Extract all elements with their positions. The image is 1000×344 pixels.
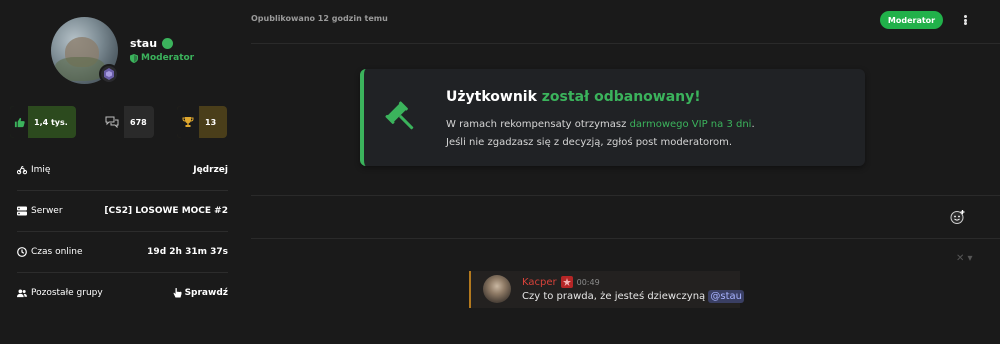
comments-icon <box>100 106 124 138</box>
trophy-icon <box>177 106 199 138</box>
info-label: Czas online <box>31 247 83 257</box>
thumbs-up-icon <box>10 106 28 138</box>
unban-title: Użytkownik został odbanowany! <box>446 89 701 105</box>
divider <box>251 238 1000 239</box>
unban-title-subject: Użytkownik <box>446 89 537 105</box>
trophies-stat[interactable]: 13 <box>177 106 227 138</box>
trophies-count: 13 <box>205 117 217 127</box>
compensation-period: . <box>751 119 755 130</box>
pointer-hand-icon <box>173 288 182 298</box>
compensation-text: W ramach rekompensaty otrzymasz <box>446 119 627 130</box>
reply-message: Czy to prawda, że jesteś dziewczyną @sta… <box>522 290 744 303</box>
unban-notice-card: Użytkownik został odbanowany! W ramach r… <box>360 69 865 166</box>
add-reaction-button[interactable] <box>948 207 968 227</box>
reply-time: 00:49 <box>576 277 600 287</box>
more-options-icon[interactable] <box>960 12 970 28</box>
server-icon <box>17 206 27 216</box>
role-label: Moderator <box>141 53 195 63</box>
unban-compensation-line: W ramach rekompensaty otrzymasz darmoweg… <box>446 119 755 130</box>
username-text[interactable]: stau <box>130 37 157 50</box>
users-icon <box>17 289 27 298</box>
reply-author: Kacper 00:49 <box>522 276 600 288</box>
profile-sidebar: stau Moderator 1,4 tys. 678 13 Imię Jędr… <box>0 0 245 344</box>
info-row-server: Serwer [CS2] LOSOWE MOCE #2 <box>17 191 228 231</box>
info-value: Jędrzej <box>193 165 228 175</box>
divider <box>251 195 1000 196</box>
motorcycle-icon <box>17 166 27 175</box>
username[interactable]: stau <box>130 37 174 50</box>
reply-comment: Kacper 00:49 Czy to prawda, że jesteś dz… <box>469 271 744 308</box>
info-label: Pozostałe grupy <box>31 288 103 298</box>
comments-count: 678 <box>130 117 147 127</box>
vip-offer-text: darmowego VIP na 3 dni <box>629 119 752 130</box>
gavel-icon <box>385 101 414 130</box>
post-main: Opublikowano 12 godzin temu Moderator Uż… <box>251 0 1000 344</box>
shield-icon <box>130 53 138 63</box>
info-row-online-time: Czas online 19d 2h 31m 37s <box>17 232 228 272</box>
divider <box>251 43 1000 44</box>
reply-message-text: Czy to prawda, że jesteś dziewczyną <box>522 291 706 302</box>
info-row-groups: Pozostałe grupy Sprawdź <box>17 273 228 313</box>
avatar[interactable] <box>483 275 511 303</box>
emoji-reaction-icon <box>950 210 965 224</box>
info-label: Serwer <box>31 206 63 216</box>
user-role: Moderator <box>130 53 194 63</box>
likes-stat[interactable]: 1,4 tys. <box>10 106 76 138</box>
comments-stat[interactable]: 678 <box>100 106 154 138</box>
rank-icon <box>560 276 573 288</box>
post-published-time: Opublikowano 12 godzin temu <box>251 14 388 23</box>
author-name[interactable]: Kacper <box>522 277 557 288</box>
info-value: [CS2] LOSOWE MOCE #2 <box>104 206 228 216</box>
close-icon[interactable]: ✕ ▾ <box>956 253 973 264</box>
info-value: 19d 2h 31m 37s <box>147 247 228 257</box>
check-groups-link[interactable]: Sprawdź <box>173 288 228 298</box>
info-row-name: Imię Jędrzej <box>17 150 228 190</box>
likes-count: 1,4 tys. <box>34 117 68 127</box>
clock-icon <box>17 247 27 257</box>
info-label: Imię <box>31 165 51 175</box>
unban-report-line: Jeśli nie zgadzasz się z decyzją, zgłoś … <box>446 137 733 148</box>
rank-badge-icon <box>99 64 119 84</box>
user-mention[interactable]: @stau <box>708 290 744 303</box>
unban-title-action: został odbanowany! <box>541 89 701 105</box>
online-status-icon <box>162 38 174 49</box>
moderator-badge: Moderator <box>880 11 943 29</box>
info-value[interactable]: Sprawdź <box>185 288 228 298</box>
